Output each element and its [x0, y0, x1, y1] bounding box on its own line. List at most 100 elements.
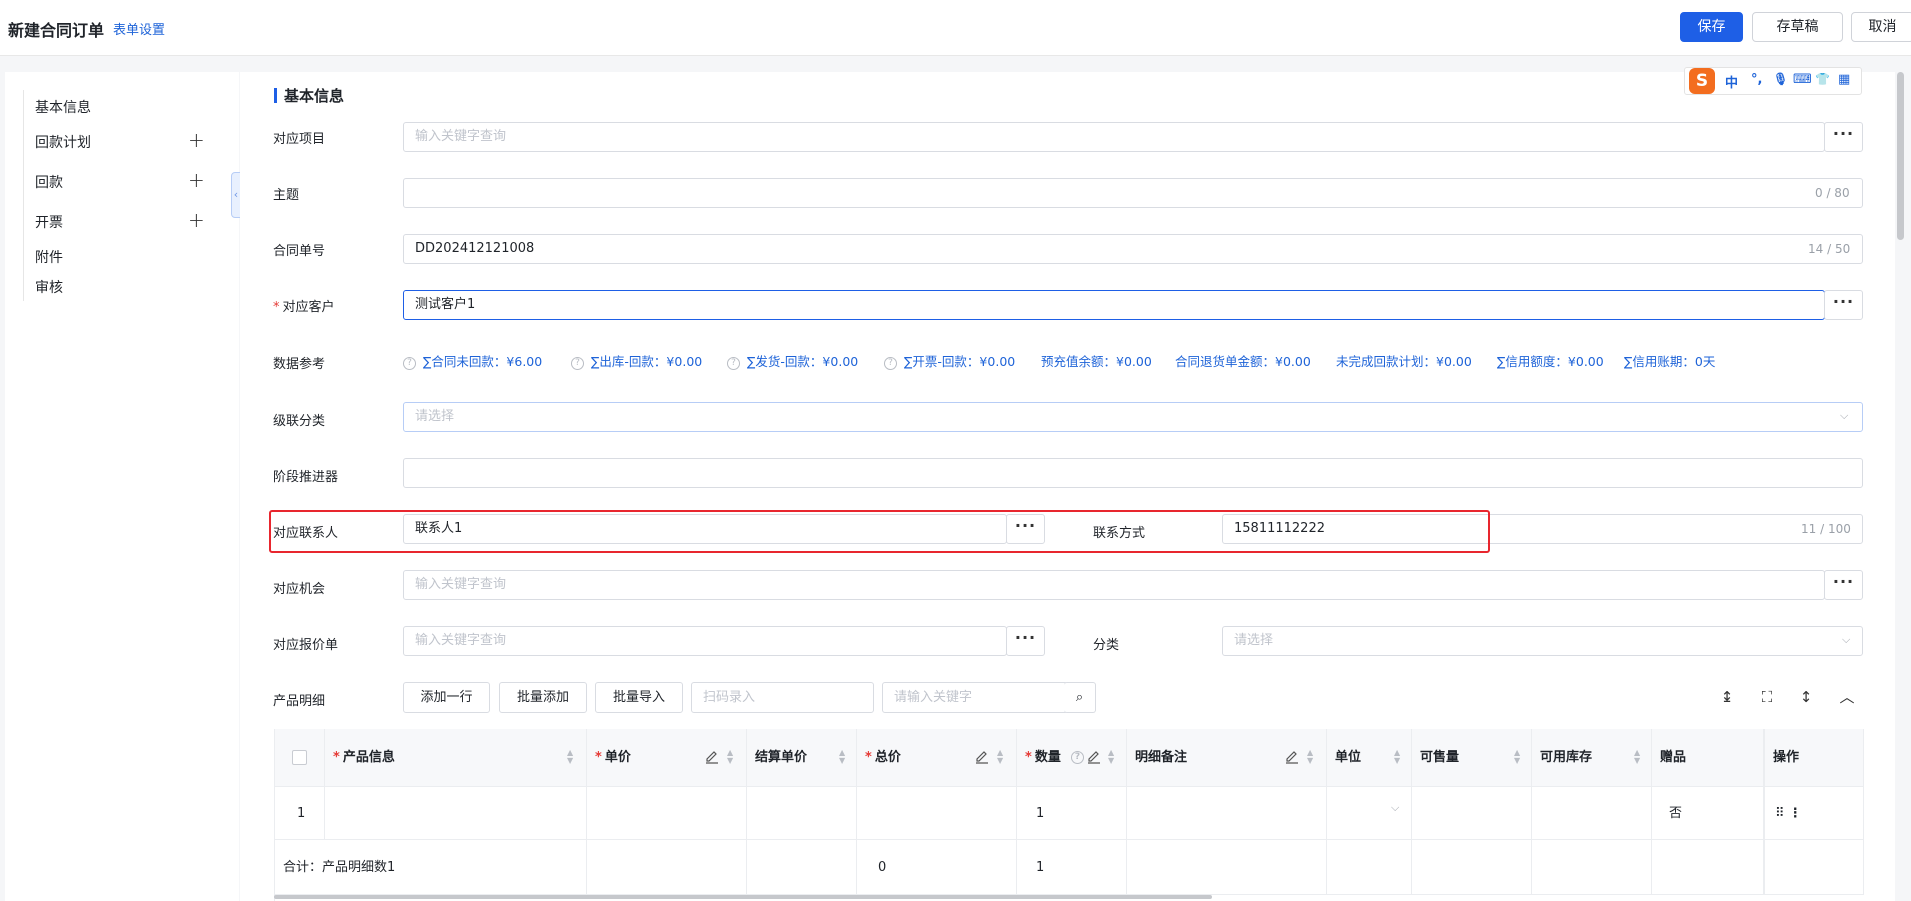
sort-icon[interactable]: ▲ ▼ [567, 749, 573, 765]
search-icon[interactable]: ⌕ [1064, 682, 1096, 713]
sort-icon[interactable]: ▲ ▼ [1307, 749, 1313, 765]
ime-voice-icon[interactable]: 🎙 [1773, 72, 1788, 86]
sidebar-item-payment[interactable]: 回款 [35, 172, 63, 192]
chevron-down-icon[interactable]: ⌵ [1391, 801, 1399, 815]
ref-invoice-payment: ? ∑开票-回款：¥0.00 [884, 351, 1015, 370]
scan-input[interactable]: 扫码录入 [691, 682, 874, 713]
row-height-icon[interactable]: ↨ [1716, 686, 1738, 708]
summary-saleable [1412, 840, 1532, 895]
cascade-select[interactable]: 请选择 [403, 402, 1863, 432]
cell-note[interactable] [1127, 787, 1327, 840]
required-marker: * [333, 750, 340, 765]
col-stock-label: 可用库存 [1540, 750, 1593, 765]
add-payment-plan-icon[interactable]: + [188, 130, 205, 150]
edit-icon[interactable] [975, 750, 989, 764]
edit-icon[interactable] [1087, 750, 1101, 764]
col-qty[interactable]: * 数量? ▲ ▼ [1017, 729, 1127, 787]
add-payment-icon[interactable]: + [188, 170, 205, 190]
batch-import-button[interactable]: 批量导入 [595, 682, 683, 713]
product-table: * 产品信息 ▲ ▼ * 单价 ▲ ▼ 结算单价 ▲ ▼ * 总价 ▲ ▼ * 数量? ▲ ▼ 明细备注 ▲ ▼… [274, 729, 1864, 901]
expand-vertical-icon[interactable]: ↕ [1795, 686, 1817, 708]
cell-unit[interactable]: ⌵ [1327, 787, 1412, 840]
summary-unit [1327, 840, 1412, 895]
sidebar-item-invoice[interactable]: 开票 [35, 212, 63, 232]
col-actions: 操作 [1764, 729, 1864, 787]
cell-settle-price[interactable] [747, 787, 857, 840]
collapse-icon[interactable]: ︿ [1836, 686, 1858, 708]
more-actions-icon[interactable]: ⋮ [1789, 806, 1802, 821]
ref-outbound-payment-text: ∑出库-回款：¥0.00 [591, 354, 703, 369]
col-stock[interactable]: 可用库存 ▲ ▼ [1532, 729, 1652, 787]
quote-more-icon[interactable]: ··· [1006, 626, 1045, 656]
col-product[interactable]: * 产品信息 ▲ ▼ [325, 729, 587, 787]
col-saleable[interactable]: 可售量 ▲ ▼ [1412, 729, 1532, 787]
ref-unpaid-text: ∑合同未回款：¥6.00 [423, 354, 543, 369]
ime-skin-icon[interactable]: 👕 [1815, 72, 1830, 86]
col-price[interactable]: * 单价 ▲ ▼ [587, 729, 747, 787]
select-all-checkbox[interactable] [292, 750, 307, 765]
batch-add-button[interactable]: 批量添加 [499, 682, 587, 713]
cancel-button[interactable]: 取消 [1851, 12, 1911, 42]
save-button[interactable]: 保存 [1680, 12, 1743, 42]
quote-input[interactable]: 输入关键字查询 [403, 626, 1007, 656]
stage-input[interactable] [403, 458, 1863, 488]
cell-gift[interactable]: 否 [1652, 787, 1764, 840]
project-more-icon[interactable]: ··· [1824, 122, 1863, 152]
order-no-label: 合同单号 [273, 244, 326, 259]
sort-icon[interactable]: ▲ ▼ [1514, 749, 1520, 765]
add-row-button[interactable]: 添加一行 [403, 682, 490, 713]
product-search-input[interactable]: 请输入关键字 [882, 682, 1068, 713]
edit-icon[interactable] [705, 750, 719, 764]
opportunity-input[interactable]: 输入关键字查询 [403, 570, 1825, 600]
help-icon[interactable]: ? [884, 357, 897, 370]
stage-label: 阶段推进器 [273, 470, 339, 485]
sort-icon[interactable]: ▲ ▼ [1108, 749, 1114, 765]
category-select[interactable]: 请选择 [1222, 626, 1863, 656]
sidebar-item-attachment[interactable]: 附件 [35, 247, 63, 267]
help-icon[interactable]: ? [1071, 751, 1084, 764]
sidebar-item-basic-info[interactable]: 基本信息 [35, 97, 91, 117]
form-settings-link[interactable]: 表单设置 [113, 19, 165, 38]
save-draft-button[interactable]: 存草稿 [1752, 12, 1843, 42]
help-icon[interactable]: ? [571, 357, 584, 370]
help-icon[interactable]: ? [403, 357, 416, 370]
edit-icon[interactable] [1285, 750, 1299, 764]
sort-icon[interactable]: ▲ ▼ [1634, 749, 1640, 765]
drag-handle-icon[interactable]: ⠿ [1775, 806, 1785, 821]
cell-stock [1532, 787, 1652, 840]
cell-total[interactable] [857, 787, 1017, 840]
col-note[interactable]: 明细备注 ▲ ▼ [1127, 729, 1327, 787]
sidebar-item-review[interactable]: 审核 [35, 277, 63, 297]
ime-chinese-icon[interactable]: 中 [1725, 72, 1738, 91]
ime-punctuation-icon[interactable]: °, [1751, 72, 1762, 87]
opportunity-more-icon[interactable]: ··· [1824, 570, 1863, 600]
customer-input[interactable]: 测试客户1 [403, 290, 1825, 320]
horizontal-scrollbar[interactable] [274, 895, 1212, 899]
sort-icon[interactable]: ▲ ▼ [839, 749, 845, 765]
order-no-input[interactable]: DD202412121008 [403, 234, 1863, 264]
subject-counter: 0 / 80 [1815, 186, 1850, 200]
col-settle-price[interactable]: 结算单价 ▲ ▼ [747, 729, 857, 787]
subject-input[interactable] [403, 178, 1863, 208]
col-total[interactable]: * 总价 ▲ ▼ [857, 729, 1017, 787]
add-invoice-icon[interactable]: + [188, 210, 205, 230]
sort-icon[interactable]: ▲ ▼ [1394, 749, 1400, 765]
cell-product[interactable] [325, 787, 587, 840]
sidebar-item-payment-plan[interactable]: 回款计划 [35, 132, 91, 152]
ime-logo-icon[interactable]: S [1689, 68, 1715, 94]
summary-gift [1652, 840, 1764, 895]
help-icon[interactable]: ? [727, 357, 740, 370]
customer-more-icon[interactable]: ··· [1824, 290, 1863, 320]
ime-menu-icon[interactable]: ▦ [1838, 72, 1850, 87]
cascade-label: 级联分类 [273, 414, 326, 429]
cell-qty[interactable]: 1 [1017, 787, 1127, 840]
cell-price[interactable] [587, 787, 747, 840]
project-input[interactable]: 输入关键字查询 [403, 122, 1825, 152]
vertical-scrollbar[interactable] [1897, 72, 1904, 240]
sidebar-divider [23, 90, 24, 301]
ime-keyboard-icon[interactable]: ⌨ [1793, 72, 1812, 87]
col-unit[interactable]: 单位 ▲ ▼ [1327, 729, 1412, 787]
sort-icon[interactable]: ▲ ▼ [997, 749, 1003, 765]
sort-icon[interactable]: ▲ ▼ [727, 749, 733, 765]
fullscreen-icon[interactable]: ⛶ [1756, 686, 1778, 708]
